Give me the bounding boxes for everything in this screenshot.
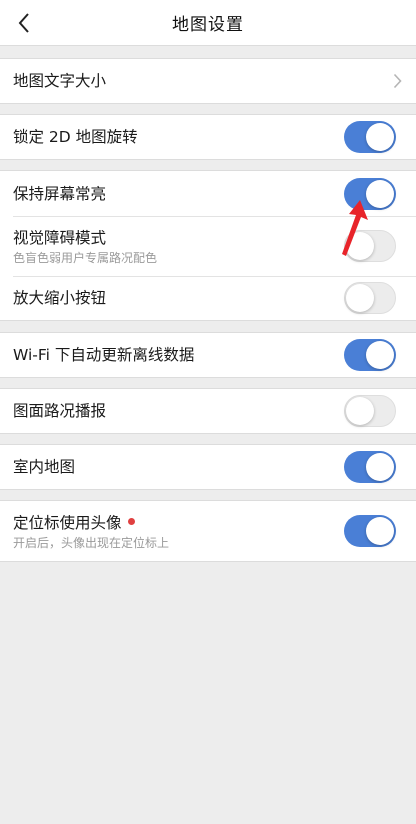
traffic-broadcast-toggle[interactable] (344, 395, 396, 427)
zoom-buttons-toggle[interactable] (344, 282, 396, 314)
row-text: 定位标使用头像 开启后，头像出现在定位标上 (13, 513, 169, 550)
row-label-text: 定位标使用头像 (13, 513, 122, 532)
row-label: 锁定 2D 地图旋转 (13, 128, 138, 146)
toggle-knob (346, 397, 374, 425)
settings-group-indoor: 室内地图 (0, 444, 416, 490)
row-label: 室内地图 (13, 458, 76, 476)
row-avatar-marker: 定位标使用头像 开启后，头像出现在定位标上 (0, 501, 416, 561)
row-map-text-size[interactable]: 地图文字大小 (0, 59, 416, 103)
annotation-arrow-icon (342, 200, 368, 256)
nav-bar: 地图设置 (0, 0, 416, 46)
row-traffic-broadcast: 图面路况播报 (0, 389, 416, 433)
new-badge-dot (127, 517, 135, 525)
row-subtitle: 开启后，头像出现在定位标上 (13, 535, 170, 550)
toggle-knob (366, 517, 394, 545)
toggle-knob (346, 284, 374, 312)
row-lock-2d-rotation: 锁定 2D 地图旋转 (0, 115, 416, 159)
row-label: Wi-Fi 下自动更新离线数据 (13, 346, 195, 364)
toggle-knob (366, 341, 394, 369)
row-label: 放大缩小按钮 (13, 289, 107, 307)
toggle-knob (366, 179, 394, 208)
row-label: 图面路况播报 (13, 402, 107, 420)
row-zoom-buttons: 放大缩小按钮 (0, 276, 416, 320)
settings-group-avatar: 定位标使用头像 开启后，头像出现在定位标上 (0, 500, 416, 562)
chevron-left-icon (18, 13, 29, 33)
settings-group-text: 地图文字大小 (0, 58, 416, 104)
row-label: 地图文字大小 (13, 72, 107, 90)
toggle-knob (366, 123, 394, 151)
avatar-marker-toggle[interactable] (344, 515, 396, 547)
settings-group-offline: Wi-Fi 下自动更新离线数据 (0, 332, 416, 378)
settings-group-rotation: 锁定 2D 地图旋转 (0, 114, 416, 160)
back-button[interactable] (8, 7, 40, 39)
row-text: 视觉障碍模式 色盲色弱用户专属路况配色 (13, 228, 157, 265)
page-title: 地图设置 (172, 15, 244, 35)
row-label: 视觉障碍模式 (13, 228, 107, 247)
row-wifi-auto-update: Wi-Fi 下自动更新离线数据 (0, 333, 416, 377)
wifi-auto-update-toggle[interactable] (344, 339, 396, 371)
row-label: 定位标使用头像 (13, 513, 169, 533)
indoor-map-toggle[interactable] (344, 451, 396, 483)
lock-2d-rotation-toggle[interactable] (344, 121, 396, 153)
settings-group-traffic: 图面路况播报 (0, 388, 416, 434)
chevron-right-icon (393, 73, 402, 89)
row-label: 保持屏幕常亮 (13, 184, 107, 203)
row-subtitle: 色盲色弱用户专属路况配色 (13, 250, 158, 265)
toggle-knob (366, 453, 394, 481)
row-indoor-map: 室内地图 (0, 445, 416, 489)
